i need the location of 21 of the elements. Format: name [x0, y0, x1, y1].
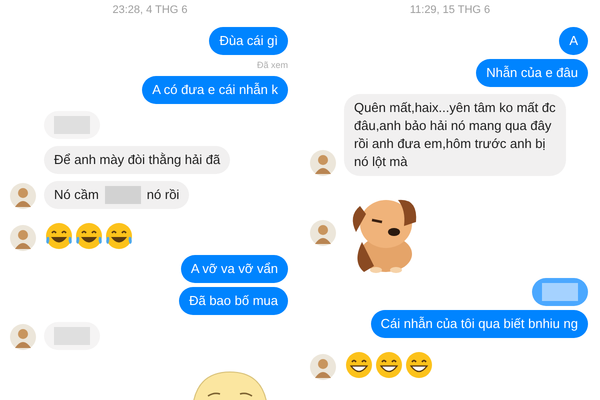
message-bubble: Đùa cái gì [209, 26, 288, 54]
seen-status: Đã xem [256, 58, 289, 72]
redaction-block [104, 186, 141, 204]
message-bubble: A có đưa e cái nhẫn k [142, 76, 288, 104]
grinning-emoji-icon [404, 350, 434, 380]
message-bubble: A vỡ va vỡ vẩn [180, 255, 288, 283]
redaction-block [542, 282, 578, 300]
message-bubble: Đã bao bố mua [179, 287, 288, 315]
message-bubble: Cái nhẫn của tôi qua biết bnhiu ng [370, 310, 588, 338]
message-bubble: A [559, 26, 588, 54]
message-bubble: Nó cầm nó rồi [44, 181, 190, 209]
laughing-emoji-icon [104, 221, 134, 251]
grinning-emoji-icon [344, 350, 374, 380]
laughing-emoji-icon [44, 221, 74, 251]
timestamp: 23:28, 4 THG 6 [111, 3, 188, 18]
grinning-emoji-icon [374, 350, 404, 380]
laughing-emoji-icon [74, 221, 104, 251]
message-bubble: Nhẫn của e đâu [476, 58, 588, 86]
timestamp: 11:29, 15 THG 6 [408, 3, 492, 18]
message-bubble: Quên mất,haix...yên tâm ko mất đc đâu,anh bảo hải nó mang qua đây rồi anh đưa em,hôm trước anh bị nó lột mà [344, 94, 566, 176]
message-bubble: Để anh mày đòi thằng hải đã [44, 146, 230, 174]
